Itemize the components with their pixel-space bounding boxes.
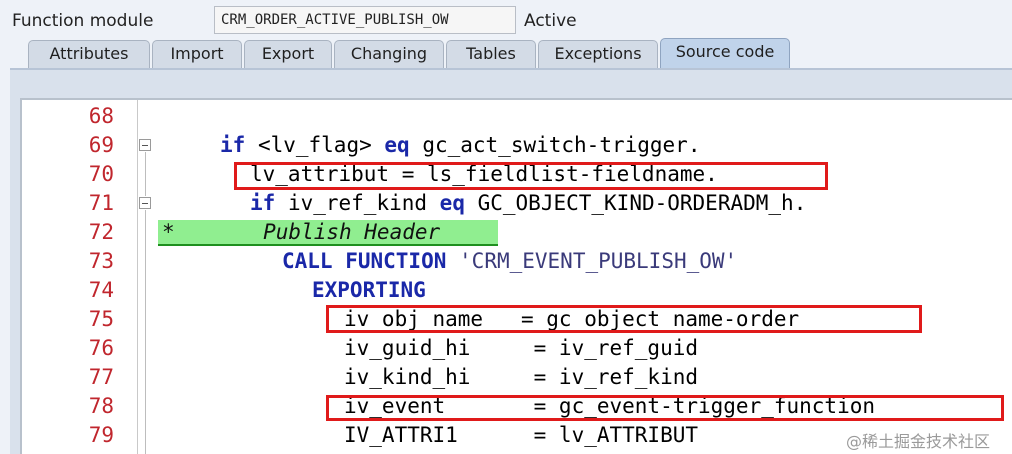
function-module-header: Function module CRM_ORDER_ACTIVE_PUBLISH… bbox=[0, 0, 1012, 40]
watermark: @稀土掘金技术社区 bbox=[846, 432, 991, 451]
code-line: 69 if <lv_flag> eq gc_act_switch-trigger… bbox=[22, 131, 1012, 160]
tab-import[interactable]: Import bbox=[152, 40, 242, 68]
highlight-box-line-70 bbox=[234, 162, 828, 190]
code-text: CALL FUNCTION 'CRM_EVENT_PUBLISH_OW' bbox=[282, 249, 738, 273]
function-module-name-field[interactable]: CRM_ORDER_ACTIVE_PUBLISH_OW bbox=[214, 6, 516, 34]
line-number: 74 bbox=[88, 278, 114, 302]
line-number: 78 bbox=[88, 394, 114, 418]
tab-export[interactable]: Export bbox=[244, 40, 332, 68]
tab-attributes[interactable]: Attributes bbox=[28, 40, 150, 68]
line-number: 70 bbox=[88, 162, 114, 186]
code-text: IV_ATTRI1 = lv_ATTRIBUT bbox=[344, 423, 699, 447]
code-line: 73 CALL FUNCTION 'CRM_EVENT_PUBLISH_OW' bbox=[22, 247, 1012, 276]
comment-text: * Publish Header bbox=[162, 220, 441, 244]
line-number: 72 bbox=[88, 220, 114, 244]
tab-source-code[interactable]: Source code bbox=[660, 38, 790, 68]
line-number: 71 bbox=[88, 191, 114, 215]
line-number: 68 bbox=[88, 104, 114, 128]
line-number: 73 bbox=[88, 249, 114, 273]
activation-status: Active bbox=[524, 11, 577, 31]
tab-strip: Attributes Import Export Changing Tables… bbox=[0, 38, 1012, 68]
code-text: EXPORTING bbox=[312, 278, 426, 302]
tab-exceptions[interactable]: Exceptions bbox=[538, 40, 658, 68]
tab-tables[interactable]: Tables bbox=[446, 40, 536, 68]
line-number: 79 bbox=[88, 423, 114, 447]
line-number: 69 bbox=[88, 133, 114, 157]
code-text: if <lv_flag> eq gc_act_switch-trigger. bbox=[220, 133, 701, 157]
code-line: 76 iv_guid_hi = iv_ref_guid bbox=[22, 334, 1012, 363]
code-text: if iv_ref_kind eq GC_OBJECT_KIND-ORDERAD… bbox=[250, 191, 807, 215]
code-line: 77 iv_kind_hi = iv_ref_kind bbox=[22, 363, 1012, 392]
code-line: 71 if iv_ref_kind eq GC_OBJECT_KIND-ORDE… bbox=[22, 189, 1012, 218]
line-number: 77 bbox=[88, 365, 114, 389]
highlight-box-line-78 bbox=[326, 395, 1004, 421]
code-text: iv_kind_hi = iv_ref_kind bbox=[344, 365, 699, 389]
code-line: 68 bbox=[22, 102, 1012, 131]
code-line: 74 EXPORTING bbox=[22, 276, 1012, 305]
line-number: 76 bbox=[88, 336, 114, 360]
function-module-label: Function module bbox=[12, 11, 154, 31]
line-number: 75 bbox=[88, 307, 114, 331]
source-code-editor[interactable]: 68 69 if <lv_flag> eq gc_act_switch-trig… bbox=[20, 98, 1012, 454]
tab-changing[interactable]: Changing bbox=[334, 40, 444, 68]
code-line: 72 * Publish Header bbox=[22, 218, 1012, 247]
highlight-box-line-75 bbox=[326, 305, 922, 333]
code-text: iv_guid_hi = iv_ref_guid bbox=[344, 336, 699, 360]
